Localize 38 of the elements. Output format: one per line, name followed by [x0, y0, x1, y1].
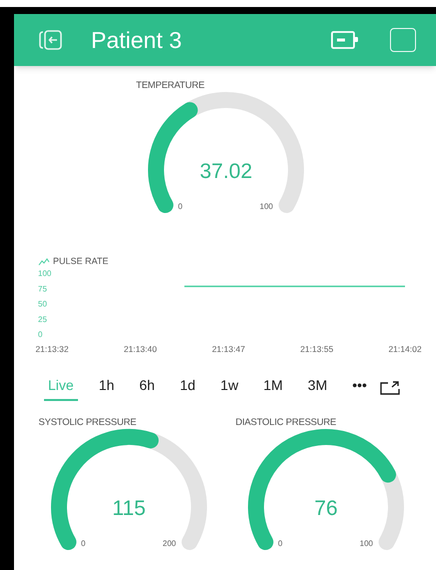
x-tick-label: 21:13:55	[300, 344, 334, 354]
gauge-min: 0	[80, 539, 85, 548]
gauge-value: 37.02	[200, 160, 252, 183]
screen-title: Patient 3	[91, 26, 183, 55]
gauge-value: 76	[314, 497, 338, 520]
expand-icon	[380, 381, 400, 395]
device-button[interactable]	[330, 28, 360, 52]
gauge-max: 200	[162, 539, 176, 548]
gauge-title: DIASTOLIC PRESSURE	[236, 417, 338, 429]
gauge-value: 115	[112, 497, 146, 520]
gauge-title: SYSTOLIC PRESSURE	[38, 417, 138, 429]
y-tick-label: 50	[38, 300, 47, 308]
x-tick-label: 21:13:32	[35, 344, 69, 354]
y-tick-label: 100	[38, 269, 52, 278]
exit-icon	[39, 29, 63, 51]
y-tick-label: 0	[38, 330, 42, 339]
period-tab[interactable]: •••	[348, 375, 371, 401]
x-tick-label: 21:14:02	[388, 344, 422, 354]
chart-title: PULSE RATE	[53, 255, 108, 268]
exit-button[interactable]	[38, 27, 64, 53]
battery-icon	[331, 31, 359, 49]
gauge-max: 100	[260, 202, 273, 211]
period-tab[interactable]: 1h	[94, 375, 118, 401]
gauge-min: 0	[278, 539, 282, 548]
x-tick-label: 21:13:47	[212, 344, 246, 354]
y-tick-label: 75	[38, 284, 47, 294]
square-button[interactable]	[390, 28, 416, 52]
period-tab[interactable]: 1w	[216, 375, 242, 401]
period-tab[interactable]: 6h	[135, 375, 159, 401]
chart-icon	[38, 258, 50, 266]
gauge-min: 0	[178, 202, 182, 211]
y-tick-label: 25	[38, 314, 47, 324]
period-tab[interactable]: 1M	[259, 375, 287, 401]
period-tab[interactable]: 1d	[176, 375, 200, 401]
x-tick-label: 21:13:40	[124, 344, 157, 354]
gauge-max: 100	[359, 539, 372, 548]
period-tab[interactable]: 3M	[304, 375, 332, 401]
gauge-title: TEMPERATURE	[136, 80, 206, 92]
